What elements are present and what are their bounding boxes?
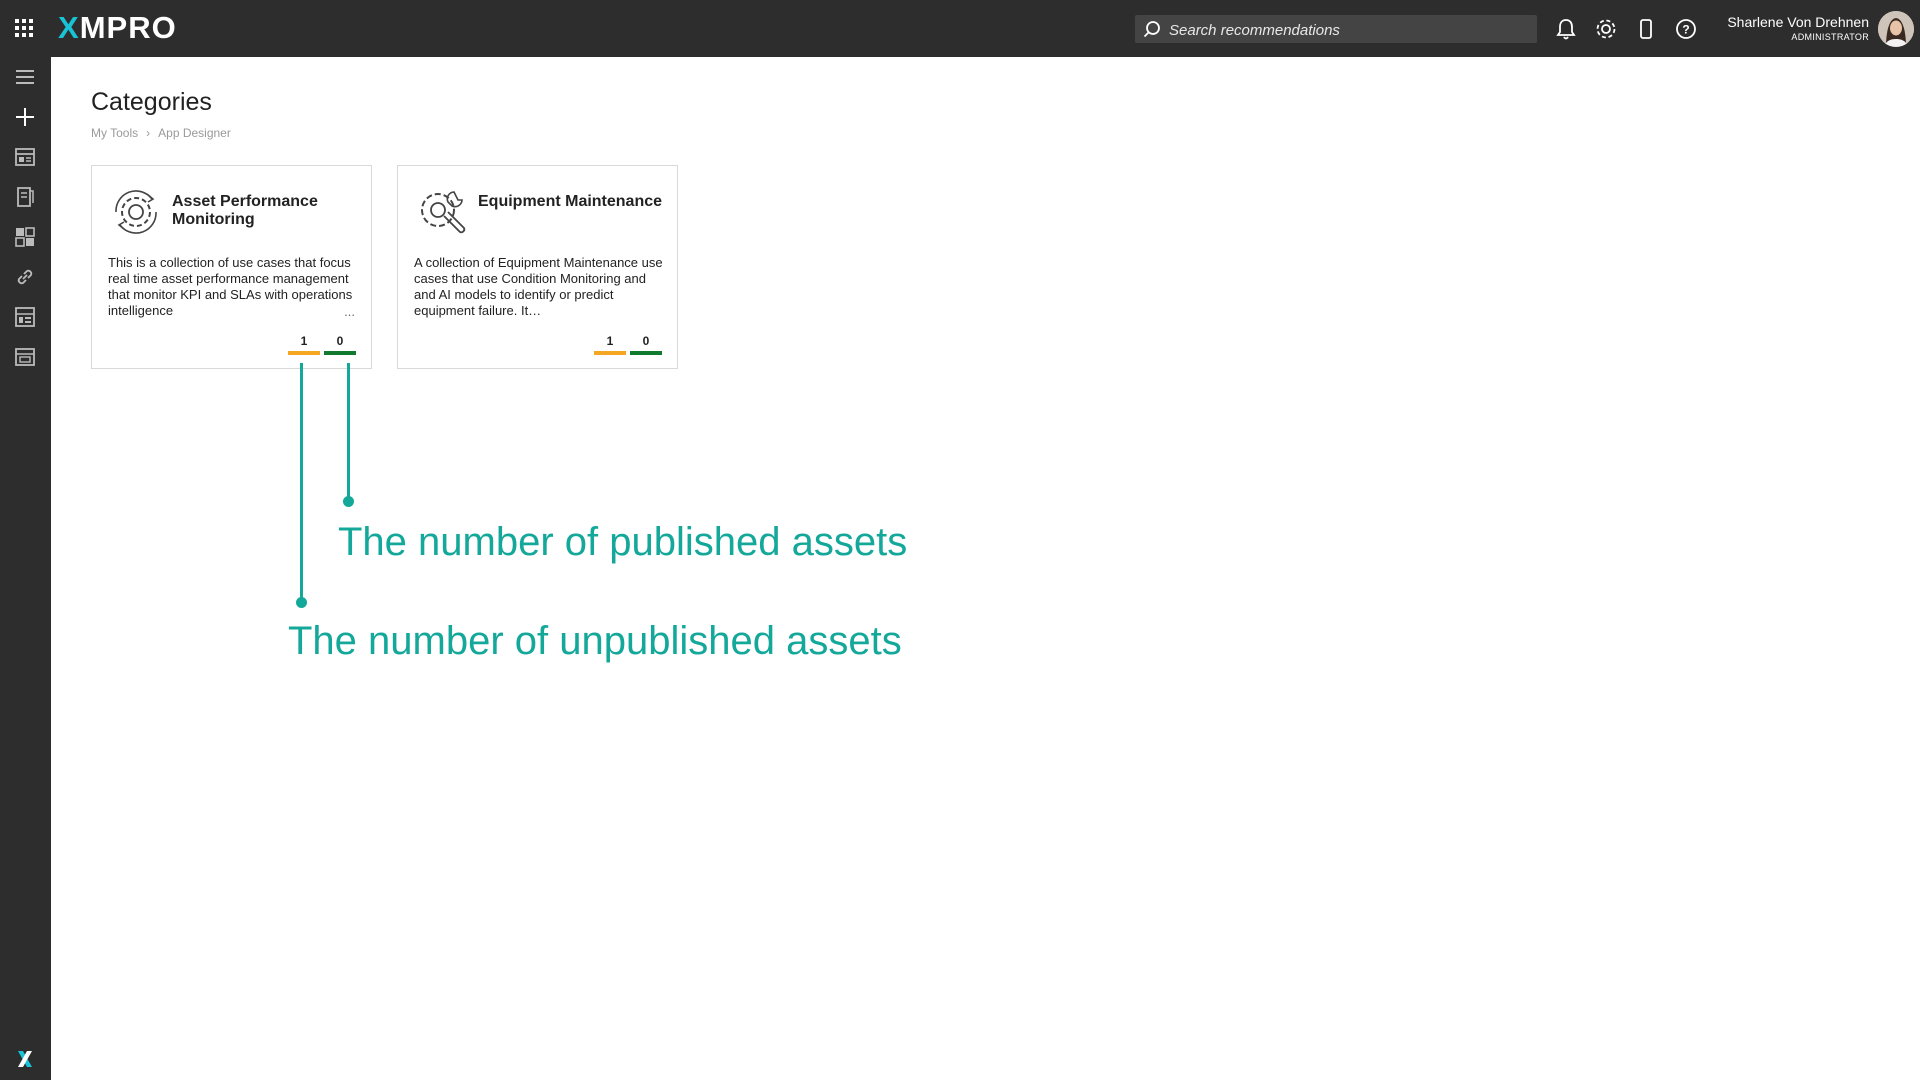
card-title: Equipment Maintenance: [478, 193, 663, 210]
user-role: ADMINISTRATOR: [1791, 32, 1869, 42]
top-bar: XMPRO ? Sharlene Von Drehnen ADMINISTRAT…: [0, 0, 1920, 57]
gear-icon[interactable]: [1593, 16, 1619, 42]
card-description: This is a collection of use cases that f…: [108, 255, 353, 318]
svg-text:?: ?: [1682, 23, 1689, 37]
breadcrumb: My Tools › App Designer: [91, 126, 231, 140]
gear-cycle-icon: [115, 190, 157, 234]
published-annotation-text: The number of published assets: [338, 520, 908, 564]
user-avatar[interactable]: [1878, 11, 1914, 47]
add-icon[interactable]: [13, 105, 37, 129]
unpublished-count: 1: [288, 334, 320, 355]
help-icon[interactable]: ?: [1673, 16, 1699, 42]
unpublished-bar: [594, 351, 626, 355]
card-description: A collection of Equipment Maintenance us…: [414, 255, 663, 318]
unpublished-bar: [288, 351, 320, 355]
published-annotation-dot: [343, 496, 354, 507]
unpublished-annotation-line: [300, 363, 303, 602]
search-input[interactable]: [1167, 15, 1531, 45]
user-name[interactable]: Sharlene Von Drehnen: [1727, 14, 1869, 30]
published-bar: [630, 351, 662, 355]
apps-grid-icon[interactable]: [14, 18, 34, 38]
published-annotation-line: [347, 363, 350, 501]
category-card-asset-performance[interactable]: Asset Performance Monitoring This is a c…: [91, 165, 372, 369]
card-title: Asset Performance Monitoring: [172, 193, 318, 228]
published-count-value: 0: [642, 334, 650, 348]
menu-icon[interactable]: [13, 65, 37, 89]
sidebar: [0, 57, 51, 1080]
search-icon: [1143, 21, 1160, 38]
category-card-equipment-maintenance[interactable]: Equipment Maintenance A collection of Eq…: [397, 165, 678, 369]
published-count: 0: [324, 334, 356, 355]
breadcrumb-chevron-icon: ›: [146, 126, 151, 140]
dashboard-icon[interactable]: [13, 225, 37, 249]
xmpro-x-icon[interactable]: [13, 1047, 37, 1071]
page-title: Categories: [91, 88, 212, 116]
xmpro-logo[interactable]: XMPRO: [58, 9, 177, 47]
recommendations-icon[interactable]: [13, 185, 37, 209]
mobile-icon[interactable]: [1633, 16, 1659, 42]
search-box[interactable]: [1135, 15, 1537, 45]
breadcrumb-app-designer[interactable]: App Designer: [158, 126, 231, 140]
link-icon[interactable]: [13, 265, 37, 289]
published-bar: [324, 351, 356, 355]
unpublished-count-value: 1: [300, 334, 308, 348]
gear-wrench-icon: [421, 191, 466, 234]
breadcrumb-my-tools[interactable]: My Tools: [91, 126, 138, 140]
unpublished-annotation-dot: [296, 597, 307, 608]
published-count: 0: [630, 334, 662, 355]
app-list-icon[interactable]: [13, 145, 37, 169]
bell-icon[interactable]: [1553, 16, 1579, 42]
unpublished-count-value: 1: [606, 334, 614, 348]
logo-text: MPRO: [79, 10, 177, 45]
published-count-value: 0: [336, 334, 344, 348]
app-designer-icon[interactable]: [13, 345, 37, 369]
more-ellipsis[interactable]: ...: [344, 304, 355, 319]
data-stream-icon[interactable]: [13, 305, 37, 329]
unpublished-count: 1: [594, 334, 626, 355]
unpublished-annotation-text: The number of unpublished assets: [288, 619, 902, 663]
